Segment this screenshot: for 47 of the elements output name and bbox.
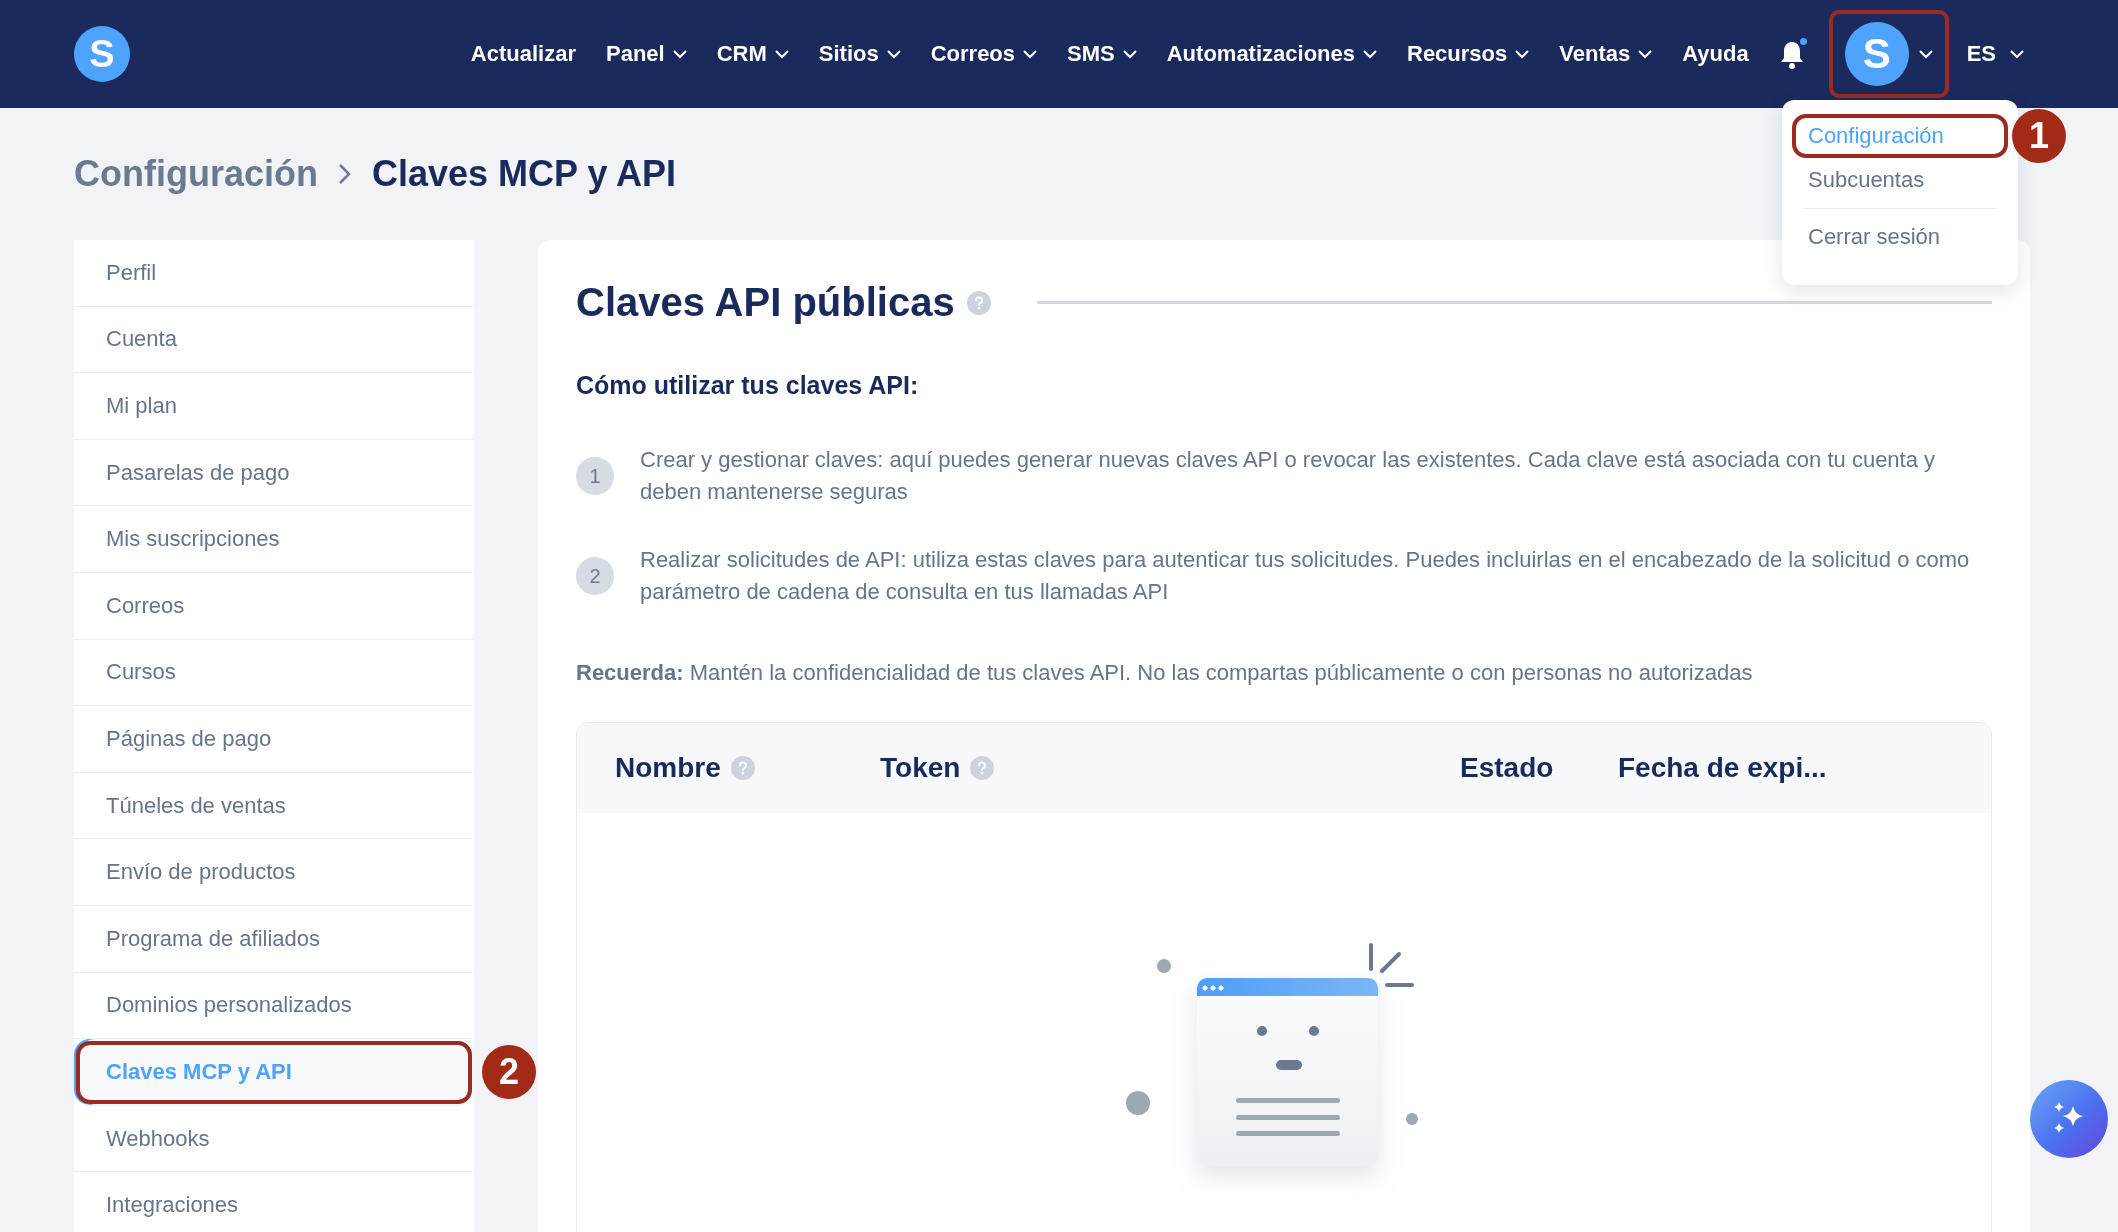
chevron-down-icon <box>2010 49 2024 59</box>
app-logo[interactable]: S <box>74 26 130 82</box>
chevron-down-icon <box>1918 49 1933 59</box>
nav-link[interactable]: CRM <box>716 41 789 67</box>
help-icon[interactable] <box>966 290 991 315</box>
annotation-marker: 1 <box>2012 109 2066 163</box>
nav-link[interactable]: SMS <box>1067 41 1137 67</box>
account-menu-button[interactable]: S <box>1828 10 1949 98</box>
step-number: 1 <box>576 457 614 495</box>
unread-dot <box>1797 36 1809 47</box>
step-number: 2 <box>576 557 614 595</box>
nav-link[interactable]: Recursos <box>1407 41 1530 67</box>
nav-link[interactable]: Sitios <box>818 41 901 67</box>
column-header: Estado <box>1460 752 1554 784</box>
section-title: Claves API públicas <box>576 280 955 325</box>
chevron-down-icon <box>774 49 789 59</box>
nav-link[interactable]: Automatizaciones <box>1166 41 1377 67</box>
annotation-marker: 2 <box>482 1044 536 1099</box>
help-icon[interactable] <box>970 756 995 780</box>
nav-link[interactable]: Ventas <box>1559 41 1653 67</box>
sidebar-item[interactable]: Perfil <box>74 240 474 307</box>
nav-link[interactable]: Panel <box>605 41 687 67</box>
chevron-down-icon <box>886 49 901 59</box>
column-header: Fecha de expi... <box>1618 752 1827 784</box>
chevron-down-icon <box>1023 49 1038 59</box>
chevron-down-icon <box>1515 49 1530 59</box>
breadcrumb-item: Claves MCP y API <box>372 153 677 195</box>
help-icon[interactable] <box>730 756 755 780</box>
section-subtitle: Cómo utilizar tus claves API: <box>576 371 920 400</box>
chevron-down-icon <box>672 49 687 59</box>
column-header: Token <box>880 752 961 784</box>
nav-link[interactable]: Correos <box>930 41 1038 67</box>
step-text: Crear y gestionar claves: aquí puedes generar nuevas claves API o revocar las existentes. Cada clave está asociada con tu cuenta y deben mantenerse seguras <box>640 446 1937 506</box>
avatar: S <box>1844 22 1909 86</box>
column-header: Nombre <box>615 752 721 784</box>
nav-link[interactable]: Actualizar <box>470 41 576 67</box>
chevron-down-icon <box>1363 49 1377 59</box>
breadcrumb-item[interactable]: Configuración <box>74 153 318 195</box>
reminder-note: Recuerda: Mantén la confidencialidad de tus claves API. No las compartas públicamente o con personas no autorizadas <box>576 660 1754 686</box>
nav-link[interactable]: Ayuda <box>1682 41 1749 67</box>
menu-item[interactable]: Cerrar sesión <box>1792 215 2008 259</box>
chevron-down-icon <box>1638 49 1653 59</box>
language-selector[interactable]: ES <box>1960 40 2030 68</box>
step-text: Realizar solicitudes de API: utiliza estas claves para autenticar tus solicitudes. Puedes incluirlas en el encabezado de la solicitud o como parámetro de cadena de consulta en tus llamadas API <box>640 546 1971 606</box>
chevron-right-icon <box>338 163 352 185</box>
bell-icon <box>1778 40 1805 70</box>
chevron-down-icon <box>1122 49 1137 59</box>
